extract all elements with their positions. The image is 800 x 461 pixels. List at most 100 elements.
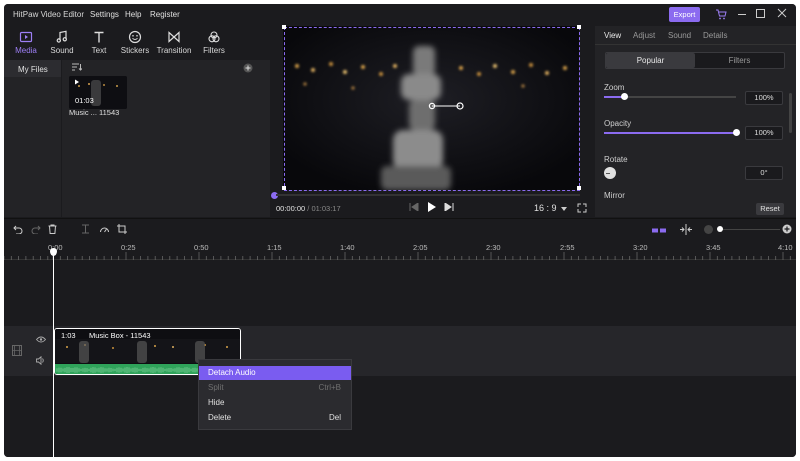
- menu-item-delete[interactable]: Delete Del: [199, 411, 351, 425]
- segment-popular[interactable]: Popular: [606, 53, 695, 68]
- tick-label: 0:50: [194, 243, 209, 252]
- tab-text-label: Text: [91, 46, 107, 55]
- playback-time: 00:00:00 / 01:03:17: [276, 204, 341, 213]
- thumbnail-name: Music ... 11543: [69, 108, 120, 117]
- aspect-ratio-value: 16 : 9: [534, 203, 557, 213]
- delete-icon[interactable]: [48, 224, 57, 234]
- timeline-zoom-knob[interactable]: [717, 226, 723, 232]
- menu-register[interactable]: Register: [150, 10, 180, 19]
- zoom-slider[interactable]: [604, 93, 736, 100]
- maximize-icon[interactable]: [756, 9, 765, 18]
- crop-handle-top-right[interactable]: [577, 25, 581, 29]
- mirror-label: Mirror: [604, 191, 625, 200]
- zoom-out-icon[interactable]: [704, 225, 713, 234]
- tab-sound[interactable]: Sound: [42, 30, 82, 55]
- filters-icon: [207, 30, 221, 44]
- redo-icon[interactable]: [31, 225, 41, 234]
- tab-media[interactable]: Media: [6, 30, 46, 55]
- tab-text[interactable]: Text: [79, 30, 119, 55]
- current-time: 00:00:00: [276, 204, 306, 213]
- speaker-icon[interactable]: [36, 356, 46, 365]
- add-media-icon[interactable]: [243, 63, 253, 73]
- film-track-icon: [12, 345, 22, 356]
- undo-icon[interactable]: [13, 225, 23, 234]
- tab-filters-label: Filters: [203, 46, 225, 55]
- chevron-down-icon[interactable]: [561, 207, 567, 211]
- crop-handle-top-left[interactable]: [282, 25, 286, 29]
- close-icon[interactable]: [777, 8, 787, 18]
- speed-icon[interactable]: [99, 224, 110, 234]
- bowtie-icon: [167, 30, 181, 44]
- menu-item-shortcut: Del: [328, 413, 341, 422]
- menu-item-label: Hide: [208, 398, 225, 407]
- aspect-ratio-selector[interactable]: 16 : 9: [534, 203, 557, 213]
- reset-button[interactable]: Reset: [756, 203, 784, 215]
- my-files-label: My Files: [18, 65, 48, 74]
- segment-filters[interactable]: Filters: [695, 53, 784, 68]
- music-note-icon: [55, 30, 69, 44]
- menu-settings[interactable]: Settings: [90, 10, 119, 19]
- tab-transition[interactable]: Transition: [153, 30, 195, 55]
- total-time: / 01:03:17: [305, 204, 341, 213]
- app-title: HitPaw Video Editor: [13, 10, 84, 19]
- minimize-icon[interactable]: [738, 14, 746, 15]
- snap-toggle-icon[interactable]: [652, 228, 666, 233]
- export-button[interactable]: Export: [669, 7, 700, 22]
- tab-sound-properties[interactable]: Sound: [668, 31, 691, 40]
- panel-scrollbar[interactable]: [789, 93, 792, 133]
- tick-label: 0:25: [121, 243, 136, 252]
- media-sidebar: [4, 60, 61, 217]
- tab-divider: [595, 44, 796, 45]
- menu-item-split: Split Ctrl+B: [199, 381, 351, 395]
- menu-item-label: Delete: [208, 413, 232, 422]
- next-frame-icon[interactable]: [444, 203, 454, 211]
- timeline-zoom-slider[interactable]: [718, 229, 780, 230]
- zoom-slider-knob[interactable]: [621, 93, 628, 100]
- preview-progress-bar[interactable]: [276, 194, 580, 196]
- opacity-slider-knob[interactable]: [733, 129, 740, 136]
- play-icon[interactable]: [427, 201, 437, 213]
- opacity-slider-fill: [604, 132, 736, 134]
- media-icon: [19, 30, 33, 44]
- cart-icon[interactable]: [715, 9, 727, 20]
- tab-transition-label: Transition: [156, 46, 192, 55]
- zoom-label: Zoom: [604, 83, 625, 92]
- menu-item-hide[interactable]: Hide: [199, 396, 351, 410]
- opacity-value-field[interactable]: 100%: [745, 126, 783, 140]
- tick-label: 2:55: [560, 243, 575, 252]
- clip-name: Music Box - 11543: [89, 331, 151, 340]
- tab-view[interactable]: View: [604, 31, 621, 40]
- zoom-in-icon[interactable]: [782, 224, 792, 234]
- tab-media-label: Media: [15, 46, 37, 55]
- crop-handle-bottom-left[interactable]: [282, 186, 286, 190]
- opacity-slider[interactable]: [604, 129, 740, 136]
- lower-track-area: [4, 376, 796, 457]
- tab-stickers[interactable]: Stickers: [115, 30, 155, 55]
- tick-label: 1:40: [340, 243, 355, 252]
- menu-help[interactable]: Help: [125, 10, 141, 19]
- tick-label: 2:30: [486, 243, 501, 252]
- tick-label: 2:05: [413, 243, 428, 252]
- split-icon[interactable]: [81, 224, 90, 234]
- rotate-value-field[interactable]: 0°: [745, 166, 783, 180]
- prev-frame-icon[interactable]: [409, 203, 419, 211]
- rotate-dial-icon[interactable]: [604, 167, 616, 179]
- tab-filters[interactable]: Filters: [194, 30, 234, 55]
- crop-handle-bottom-right[interactable]: [577, 186, 581, 190]
- opacity-label: Opacity: [604, 119, 632, 128]
- tick-label: 4:10: [778, 243, 793, 252]
- app-window: HitPaw Video Editor Settings Help Regist…: [4, 4, 796, 457]
- eye-icon[interactable]: [36, 336, 46, 343]
- playhead-line[interactable]: [53, 249, 54, 457]
- menu-item-detach-audio[interactable]: Detach Audio: [199, 366, 351, 380]
- clip-duration: 1:03: [61, 331, 76, 340]
- zoom-value-field[interactable]: 100%: [745, 91, 783, 105]
- rotate-handle-icon[interactable]: [428, 101, 468, 111]
- sort-icon[interactable]: [72, 63, 82, 71]
- fullscreen-icon[interactable]: [577, 203, 587, 213]
- tab-details[interactable]: Details: [703, 31, 727, 40]
- fit-timeline-icon[interactable]: [680, 224, 692, 235]
- play-badge-icon: [74, 79, 80, 85]
- crop-icon[interactable]: [117, 224, 127, 234]
- tab-adjust[interactable]: Adjust: [633, 31, 655, 40]
